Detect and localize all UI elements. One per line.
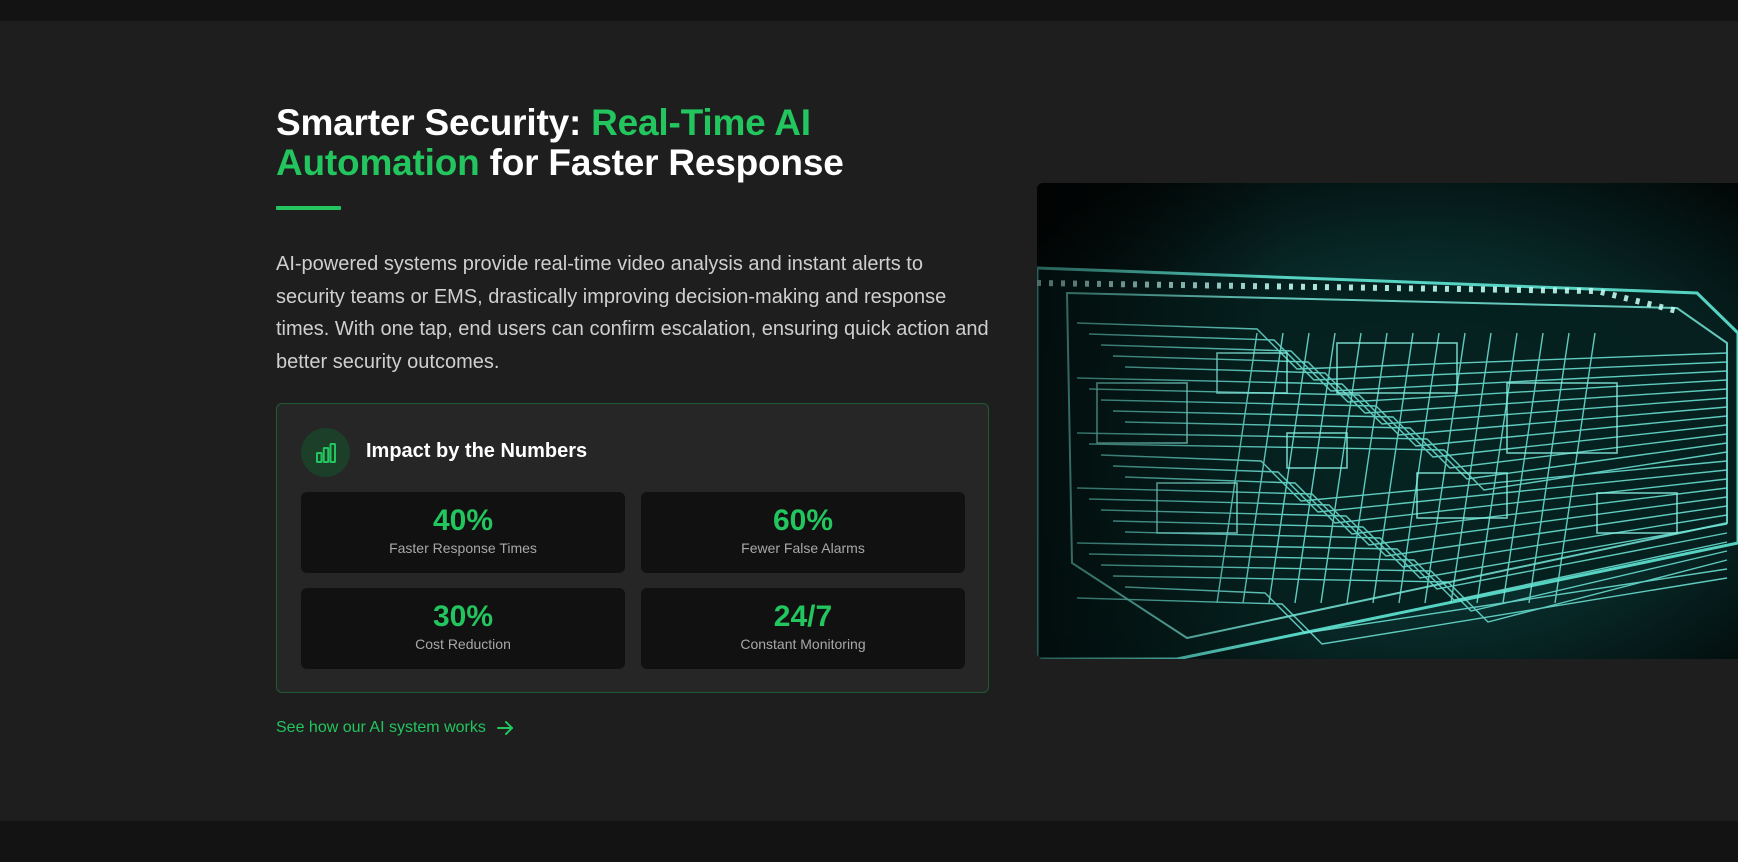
stat-label: Faster Response Times [389, 540, 537, 556]
bar-chart-icon [301, 428, 350, 477]
stat-card-cost: 30% Cost Reduction [301, 588, 625, 669]
description: AI-powered systems provide real-time vid… [276, 253, 989, 373]
impact-title: Impact by the Numbers [366, 440, 588, 462]
title-underline [276, 206, 341, 210]
title-part-2: for Faster Response [479, 142, 844, 183]
arrow-right-icon [496, 721, 513, 735]
circuit-board-image [1037, 183, 1738, 659]
intro: Smarter Security: Real-Time AI Automatio… [276, 103, 990, 378]
stat-label: Cost Reduction [415, 636, 511, 652]
cta-label: See how our AI system works [276, 719, 486, 736]
stat-card-monitoring: 24/7 Constant Monitoring [641, 588, 965, 669]
stat-card-false-alarms: 60% Fewer False Alarms [641, 492, 965, 573]
see-how-it-works-link[interactable]: See how our AI system works [276, 719, 514, 737]
stat-value: 60% [772, 504, 834, 537]
stat-value: 40% [432, 504, 494, 537]
bottom-strip [0, 821, 1738, 862]
stat-value: 24/7 [773, 600, 833, 633]
security-section: Smarter Security: Real-Time AI Automatio… [0, 21, 1738, 821]
stat-card-response: 40% Faster Response Times [301, 492, 625, 573]
title-part-1: Smarter Security: [276, 102, 592, 143]
stat-label: Fewer False Alarms [741, 540, 865, 556]
stat-value: 30% [432, 600, 494, 633]
stat-label: Constant Monitoring [740, 636, 866, 652]
impact-card: Impact by the Numbers 40% Faster Respons… [276, 403, 989, 693]
page-title: Smarter Security: Real-Time AI Automatio… [276, 103, 990, 183]
top-strip [0, 0, 1738, 21]
